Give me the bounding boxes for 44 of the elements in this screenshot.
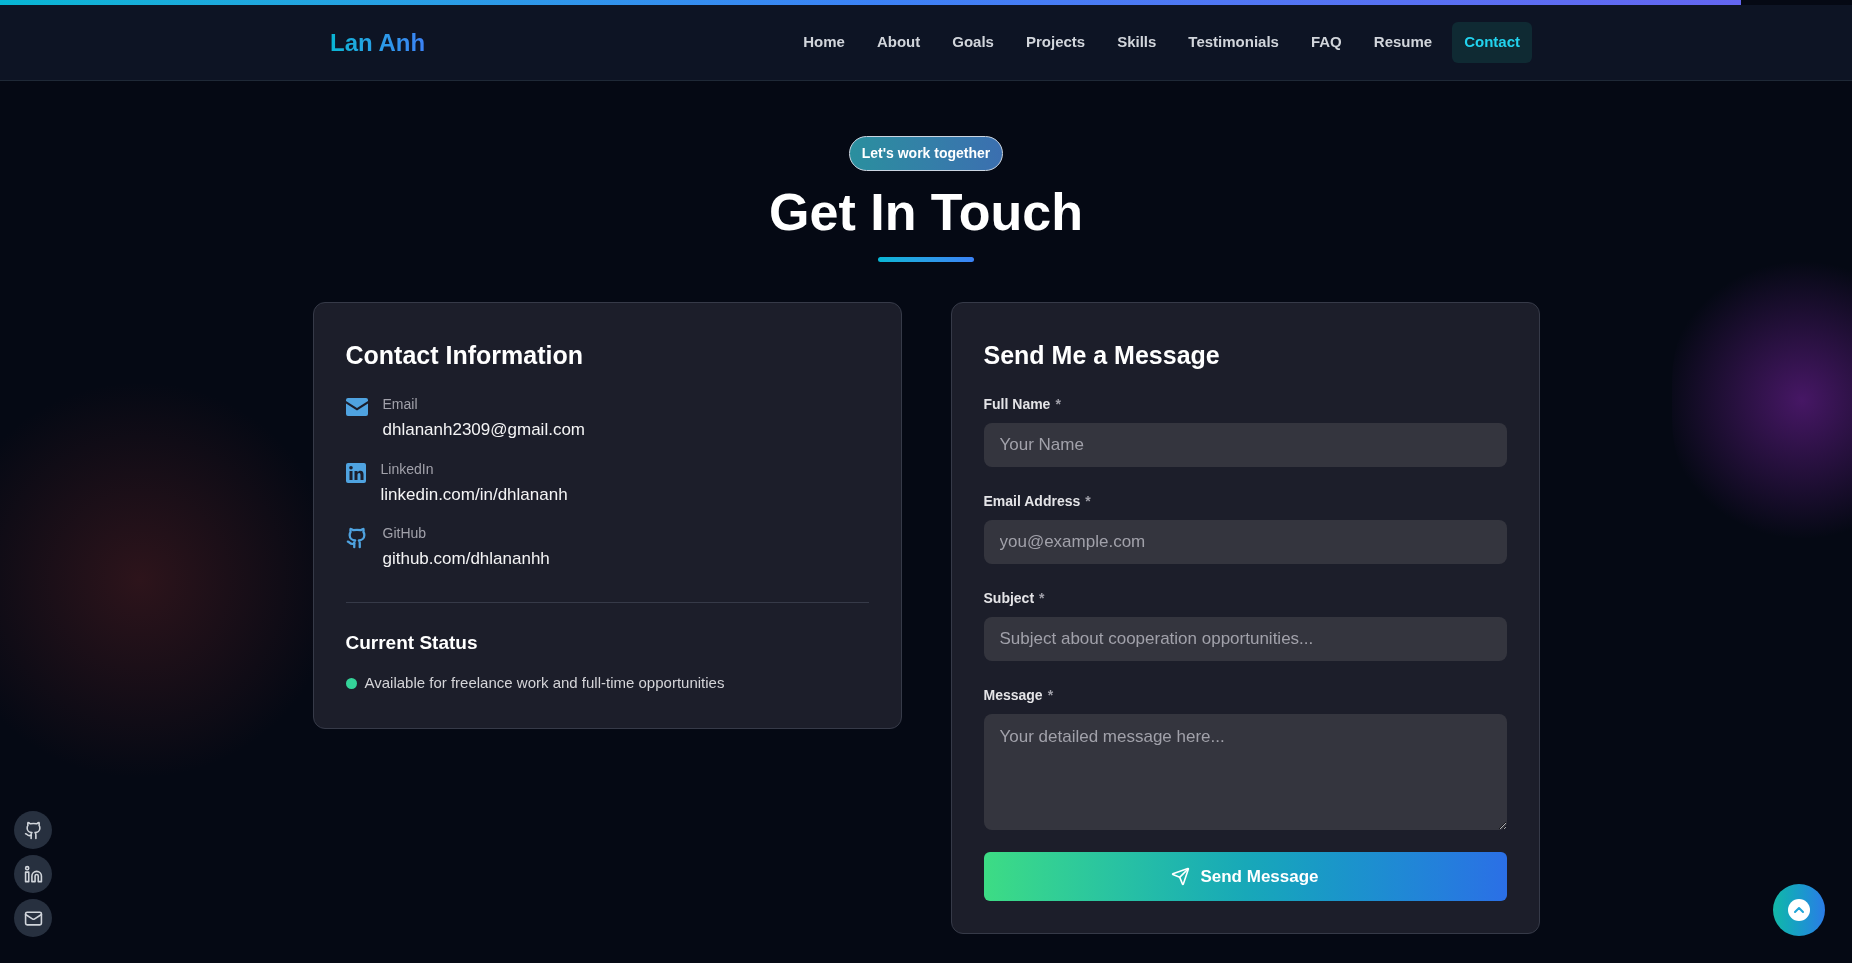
contact-label: Email — [382, 395, 419, 415]
field-label: Message — [983, 686, 1043, 706]
linkedin-link[interactable] — [14, 855, 52, 893]
required-mark: * — [1055, 395, 1061, 415]
nav-link[interactable]: FAQ — [1298, 22, 1354, 63]
nav-link[interactable]: Contact — [1452, 22, 1532, 63]
contact-value[interactable]: dhlananh2309@gmail.com — [382, 417, 585, 443]
status-title: Current Status — [345, 630, 479, 655]
field-label: Full Name — [983, 395, 1051, 415]
nav-link[interactable]: About — [864, 22, 933, 63]
linkedin-icon — [345, 462, 366, 483]
field-label: Subject — [983, 589, 1035, 609]
input-field[interactable]: Your Name — [983, 423, 1507, 468]
send-icon — [1171, 867, 1191, 887]
email-link[interactable] — [14, 899, 52, 937]
contact-value[interactable]: github.com/dhlananhh — [382, 546, 550, 572]
nav-link[interactable]: Home — [791, 22, 857, 63]
nav-link[interactable]: Projects — [1013, 22, 1098, 63]
card-title: Contact Information — [345, 339, 584, 371]
envelope-icon — [345, 398, 368, 417]
contact-label: GitHub — [382, 524, 428, 544]
nav-link[interactable]: Testimonials — [1176, 22, 1291, 63]
linkedin-icon — [23, 864, 43, 884]
nav-link[interactable]: Skills — [1105, 22, 1169, 63]
field-label: Email Address — [983, 492, 1081, 512]
required-mark: * — [1085, 492, 1091, 512]
status-text: Available for freelance work and full-time opportunities — [364, 673, 725, 694]
scroll-top-button[interactable] — [1773, 884, 1825, 936]
message-field[interactable]: Your detailed message here... — [983, 714, 1507, 831]
required-mark: * — [1039, 589, 1045, 609]
required-mark: * — [1047, 686, 1054, 706]
card-title: Send Me a Message — [983, 339, 1221, 371]
nav-link[interactable]: Goals — [940, 22, 1006, 63]
github-icon — [345, 527, 368, 550]
page-title: Get In Touch — [769, 183, 1083, 243]
input-field[interactable]: Subject about cooperation opportunities... — [983, 617, 1507, 662]
github-icon — [23, 820, 43, 840]
contact-label: LinkedIn — [380, 459, 435, 479]
nav-link[interactable]: Resume — [1361, 22, 1445, 63]
badge: Let's work together — [848, 136, 1004, 171]
input-field[interactable]: you@example.com — [983, 520, 1507, 565]
envelope-icon — [23, 908, 43, 928]
github-link[interactable] — [14, 811, 52, 849]
contact-value[interactable]: linkedin.com/in/dhlananh — [380, 481, 568, 508]
